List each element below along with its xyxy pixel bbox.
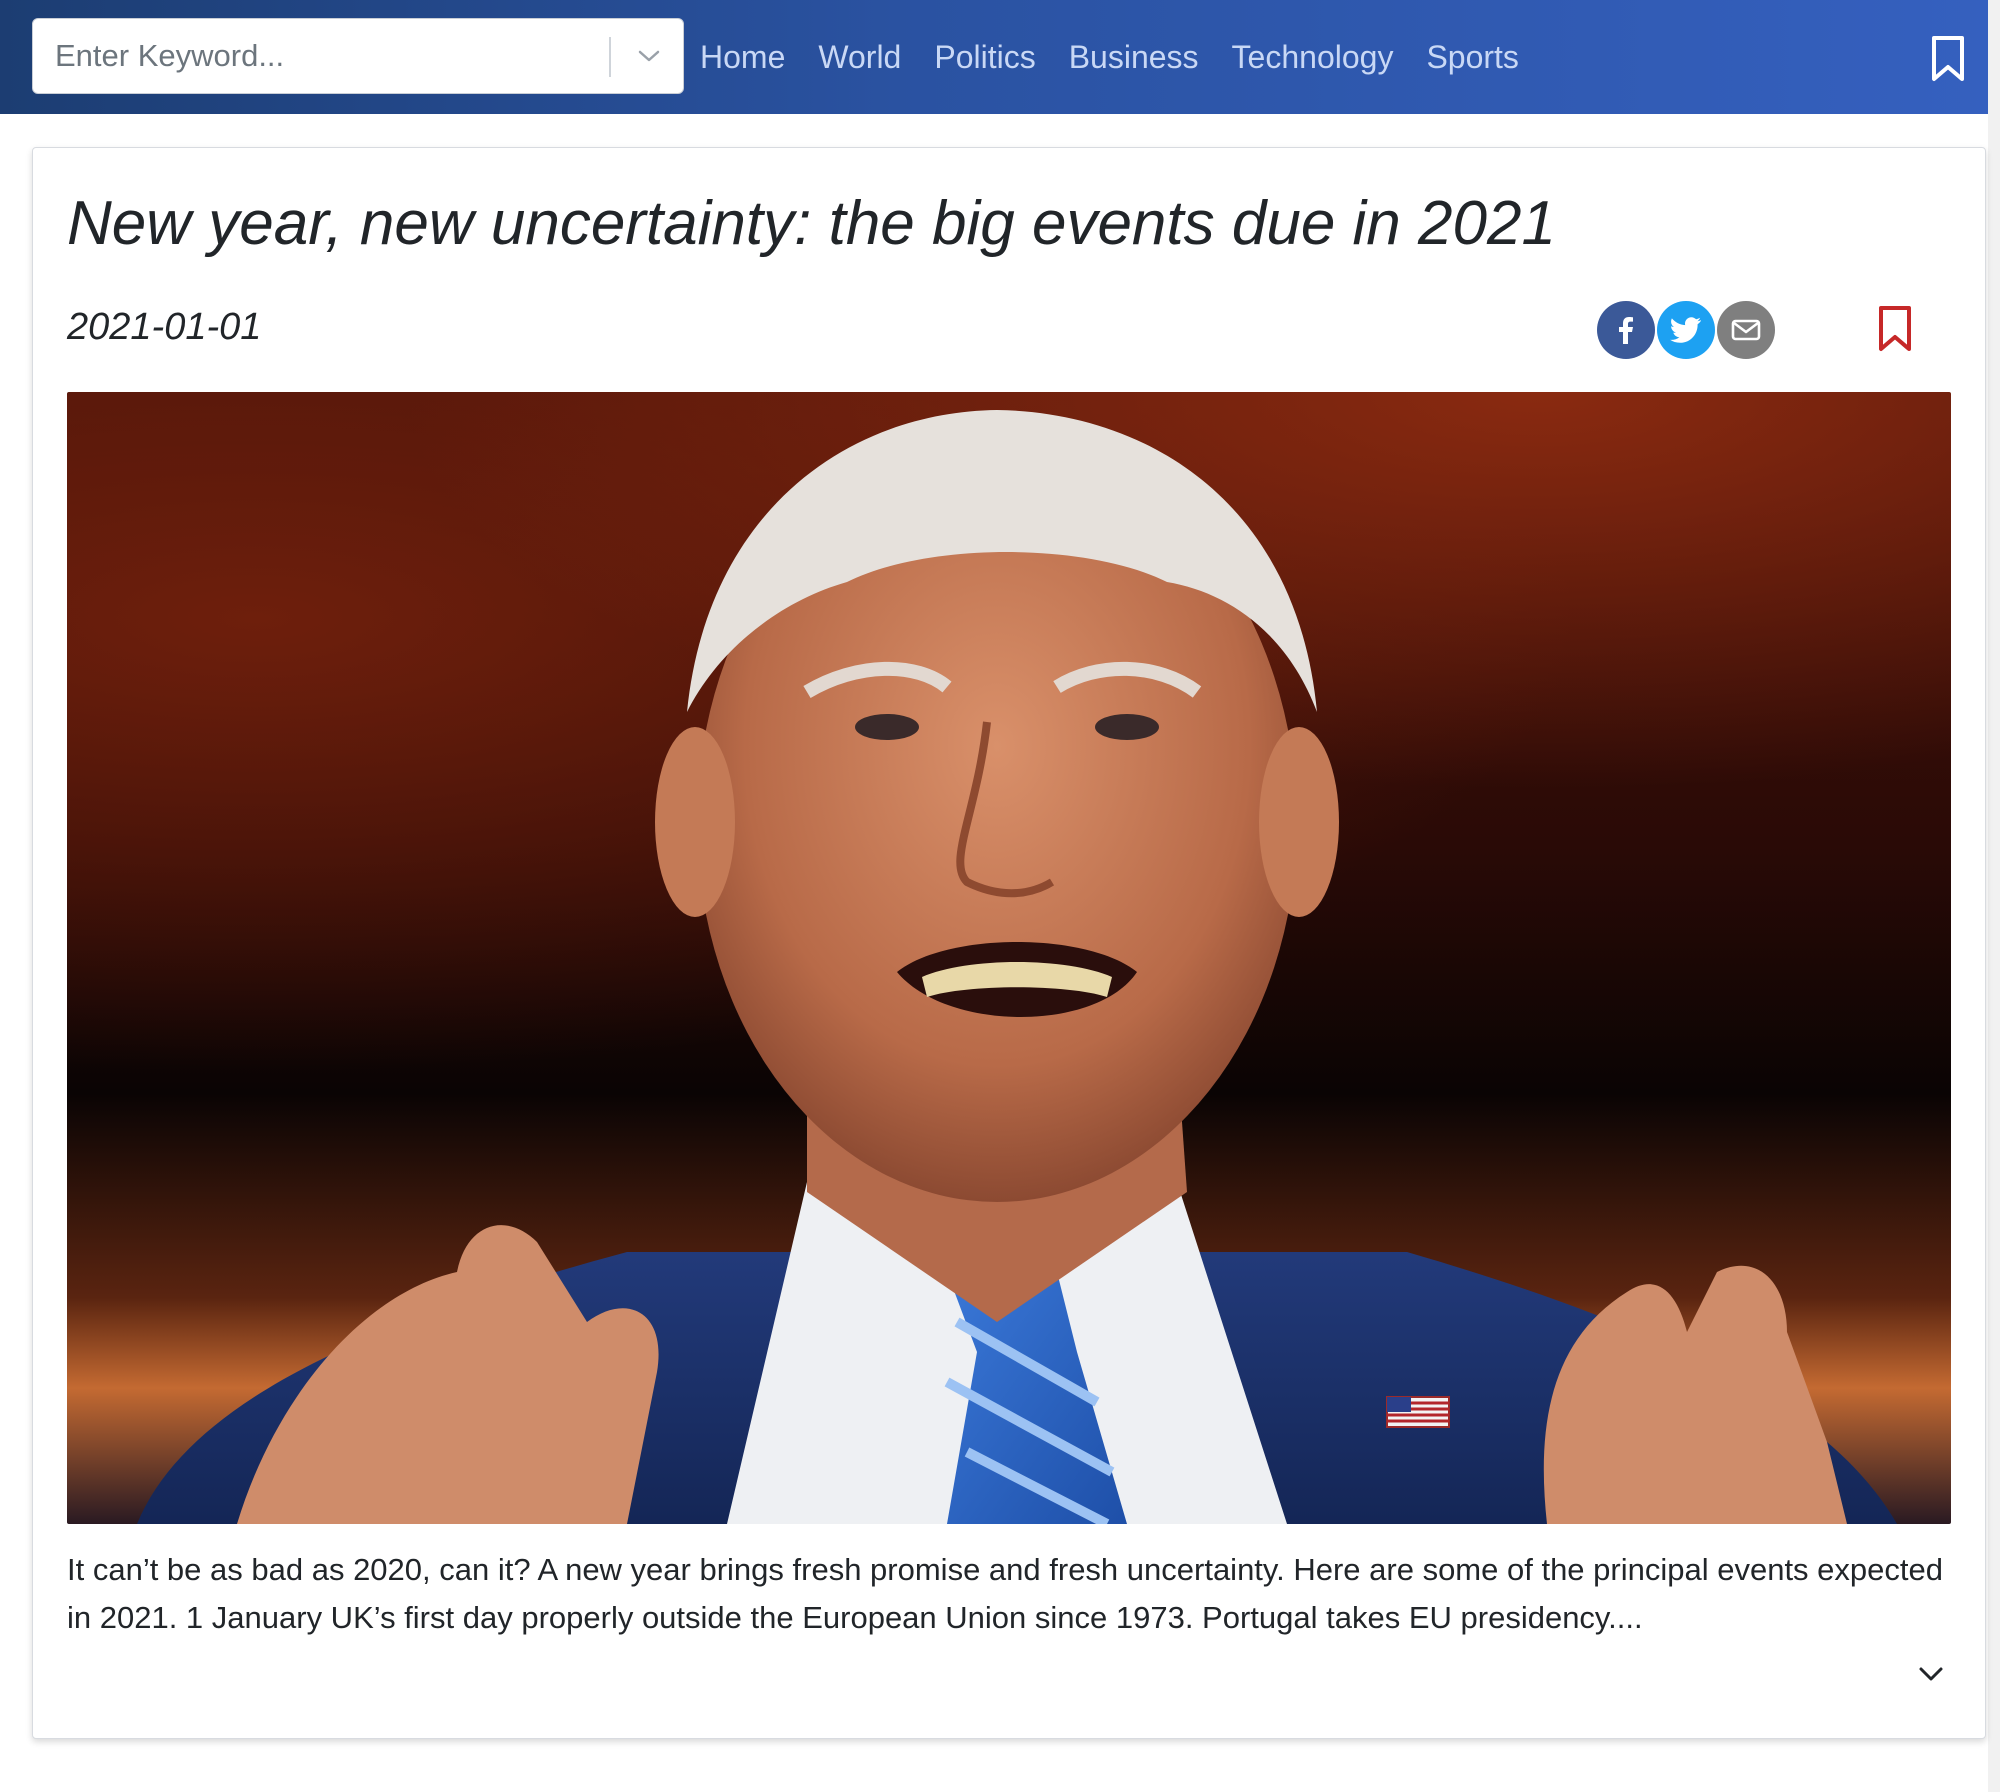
expand-article-button[interactable] (1913, 1656, 1949, 1692)
page-scrollbar[interactable] (1988, 0, 2000, 1792)
facebook-icon (1619, 317, 1633, 344)
nav-link-world[interactable]: World (818, 39, 901, 76)
article-excerpt: It can’t be as bad as 2020, can it? A ne… (67, 1552, 1943, 1635)
chevron-down-icon (638, 50, 660, 62)
nav-links: Home World Politics Business Technology … (700, 0, 1552, 114)
nav-link-home[interactable]: Home (700, 39, 785, 76)
article-image (67, 392, 1951, 1524)
nav-link-politics[interactable]: Politics (934, 39, 1035, 76)
nav-link-sports[interactable]: Sports (1426, 39, 1518, 76)
article-title: New year, new uncertainty: the big event… (67, 189, 1556, 258)
share-facebook-button[interactable] (1597, 301, 1655, 359)
bookmarks-button[interactable] (1928, 34, 1968, 84)
search-dropdown-toggle[interactable] (615, 19, 683, 93)
bookmark-article-button[interactable] (1875, 304, 1915, 354)
bookmark-icon (1879, 306, 1911, 351)
top-navbar: Home World Politics Business Technology … (0, 0, 1988, 114)
search-input[interactable] (33, 19, 603, 93)
speaker-photo (137, 410, 1897, 1524)
search-divider (609, 37, 611, 77)
bookmark-icon (1932, 36, 1964, 81)
article-date: 2021-01-01 (67, 306, 262, 348)
nav-link-business[interactable]: Business (1069, 39, 1199, 76)
email-icon (1731, 319, 1761, 341)
nav-link-technology[interactable]: Technology (1232, 39, 1394, 76)
share-twitter-button[interactable] (1657, 301, 1715, 359)
keyword-search[interactable] (32, 18, 684, 94)
chevron-down-icon (1919, 1667, 1943, 1681)
twitter-icon (1670, 317, 1701, 343)
share-email-button[interactable] (1717, 301, 1775, 359)
article-card: New year, new uncertainty: the big event… (32, 147, 1986, 1739)
